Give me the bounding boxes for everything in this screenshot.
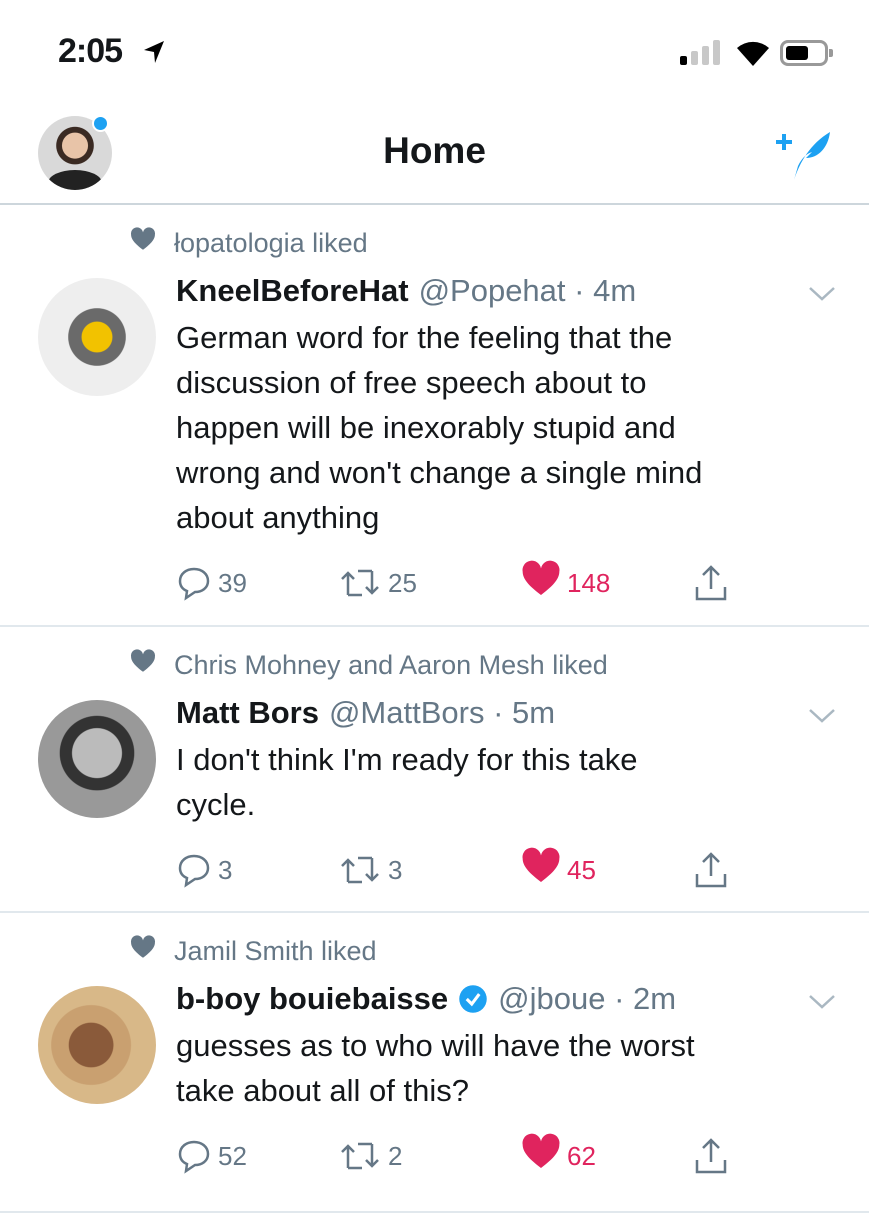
share-icon xyxy=(695,852,727,888)
retweet-button[interactable]: 25 xyxy=(338,563,417,603)
reply-icon xyxy=(178,567,210,601)
chevron-down-icon[interactable] xyxy=(808,993,836,1011)
author-name[interactable]: b-boy bouiebaisse xyxy=(176,981,448,1017)
compose-tweet-icon[interactable] xyxy=(772,126,836,184)
tweet-actions: 52 2 62 xyxy=(176,1133,776,1176)
verified-badge-icon xyxy=(459,984,487,1013)
liked-by-label: łopatologia liked xyxy=(174,227,368,258)
author-row: KneelBeforeHat @Popehat · 4m xyxy=(176,268,636,313)
tweet-text-line: wrong and won't change a single mind xyxy=(176,455,703,490)
liked-by-label: Jamil Smith liked xyxy=(174,935,377,966)
tweet-text-line: discussion of free speech about to xyxy=(176,365,647,400)
author-name[interactable]: Matt Bors xyxy=(176,695,319,731)
like-count: 148 xyxy=(567,567,611,598)
reply-count: 3 xyxy=(218,854,233,885)
chevron-down-icon[interactable] xyxy=(808,285,836,303)
retweet-icon xyxy=(341,856,379,884)
author-handle-time: @MattBors · 5m xyxy=(328,694,556,730)
battery-icon xyxy=(780,40,833,66)
status-bar: 2:05 xyxy=(0,0,869,100)
liked-heart-icon xyxy=(521,1133,567,1180)
tweet-text: I don't think I'm ready for this take cyc… xyxy=(176,737,836,827)
heart-icon xyxy=(130,226,174,260)
like-button[interactable]: 148 xyxy=(521,560,611,603)
location-arrow-icon xyxy=(144,41,164,63)
retweet-icon xyxy=(341,569,379,597)
tweet-actions: 39 25 148 xyxy=(176,560,776,603)
social-context: Chris Mohney and Aaron Mesh liked xyxy=(130,645,608,685)
share-button[interactable] xyxy=(691,1136,737,1176)
social-context: Jamil Smith liked xyxy=(130,931,377,971)
like-count: 62 xyxy=(567,1140,596,1171)
chevron-down-icon[interactable] xyxy=(808,707,836,725)
tweet-text: guesses as to who will have the worst tak… xyxy=(176,1023,836,1113)
tweet[interactable]: Chris Mohney and Aaron Mesh liked Matt B… xyxy=(0,627,869,913)
reply-button[interactable]: 3 xyxy=(176,850,232,890)
liked-by-label: Chris Mohney and Aaron Mesh liked xyxy=(174,649,608,680)
reply-icon xyxy=(178,854,210,888)
share-icon xyxy=(695,565,727,601)
heart-icon xyxy=(130,648,174,682)
social-context: łopatologia liked xyxy=(130,223,368,263)
retweet-button[interactable]: 3 xyxy=(338,850,402,890)
like-button[interactable]: 45 xyxy=(521,847,596,890)
heart-icon xyxy=(130,934,174,968)
share-button[interactable] xyxy=(691,563,737,603)
author-handle-time: @Popehat · 4m xyxy=(418,272,637,308)
author-handle-time: @jboue · 2m xyxy=(498,980,677,1016)
reply-count: 52 xyxy=(218,1140,247,1171)
tweet-text-line: I don't think I'm ready for this take xyxy=(176,742,638,777)
tweet-text-line: German word for the feeling that the xyxy=(176,320,673,355)
tweet-text-line: happen will be inexorably stupid and xyxy=(176,410,676,445)
author-avatar[interactable] xyxy=(38,700,156,818)
tweet[interactable]: łopatologia liked KneelBeforeHat @Popehat… xyxy=(0,205,869,627)
status-time: 2:05 xyxy=(58,32,123,70)
tweet-text: German word for the feeling that the disc… xyxy=(176,315,836,540)
cellular-signal-icon xyxy=(680,40,720,65)
share-icon xyxy=(695,1138,727,1174)
author-row: b-boy bouiebaisse @jboue · 2m xyxy=(176,976,676,1021)
liked-heart-icon xyxy=(521,847,567,894)
tweet-text-line: about anything xyxy=(176,500,380,535)
author-avatar[interactable] xyxy=(38,986,156,1104)
author-row: Matt Bors @MattBors · 5m xyxy=(176,690,555,735)
retweet-count: 3 xyxy=(388,854,403,885)
reply-button[interactable]: 52 xyxy=(176,1136,247,1176)
retweet-icon xyxy=(341,1142,379,1170)
top-bar: Home xyxy=(0,100,869,205)
reply-icon xyxy=(178,1140,210,1174)
tweet-text-line: cycle. xyxy=(176,787,256,822)
liked-heart-icon xyxy=(521,560,567,607)
retweet-count: 2 xyxy=(388,1140,403,1171)
reply-button[interactable]: 39 xyxy=(176,563,247,603)
tweet[interactable]: Jamil Smith liked b-boy bouiebaisse @jbou… xyxy=(0,913,869,1213)
like-count: 45 xyxy=(567,854,596,885)
reply-count: 39 xyxy=(218,567,247,598)
share-button[interactable] xyxy=(691,850,737,890)
tweet-text-line: take about all of this? xyxy=(176,1073,469,1108)
retweet-button[interactable]: 2 xyxy=(338,1136,402,1176)
author-avatar[interactable] xyxy=(38,278,156,396)
page-title: Home xyxy=(383,130,486,171)
like-button[interactable]: 62 xyxy=(521,1133,596,1176)
tweet-actions: 3 3 45 xyxy=(176,847,776,890)
retweet-count: 25 xyxy=(388,567,417,598)
wifi-icon xyxy=(737,41,769,66)
author-name[interactable]: KneelBeforeHat xyxy=(176,273,409,309)
tweet-text-line: guesses as to who will have the worst xyxy=(176,1028,695,1063)
